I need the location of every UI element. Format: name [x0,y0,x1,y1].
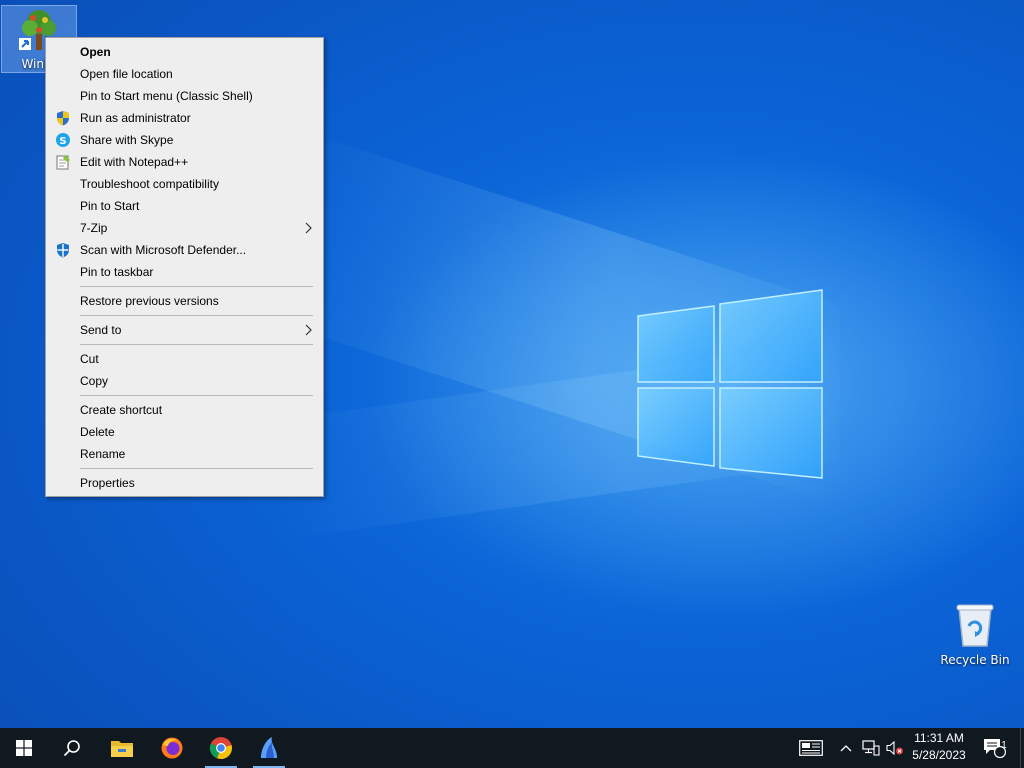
desktop-icon-recycle-bin[interactable]: Recycle Bin [938,600,1012,667]
menu-item-copy[interactable]: Copy [46,370,323,392]
menu-item-share-with-skype[interactable]: S Share with Skype [46,129,323,151]
taskbar-file-explorer[interactable] [98,728,146,768]
network-icon [862,740,880,756]
search-icon [63,740,80,757]
menu-item-label: Run as administrator [80,111,191,125]
menu-item-troubleshoot-compatibility[interactable]: Troubleshoot compatibility [46,173,323,195]
menu-item-label: Edit with Notepad++ [80,155,189,169]
menu-item-cut[interactable]: Cut [46,348,323,370]
menu-item-label: Delete [80,425,115,439]
menu-separator [80,468,313,469]
svg-text:S: S [59,136,66,147]
chevron-right-icon [305,222,312,234]
start-icon [16,740,32,756]
taskbar-chrome[interactable] [197,728,245,768]
taskbar-firefox[interactable] [148,728,196,768]
menu-item-pin-to-start[interactable]: Pin to Start [46,195,323,217]
volume-muted-icon [886,740,903,756]
menu-item-7zip[interactable]: 7-Zip [46,217,323,239]
menu-item-pin-to-start-classic-shell[interactable]: Pin to Start menu (Classic Shell) [46,85,323,107]
menu-item-pin-to-taskbar[interactable]: Pin to taskbar [46,261,323,283]
menu-item-label: Send to [80,323,122,337]
taskbar-windirstat[interactable] [245,728,293,768]
desktop-icon-label: Recycle Bin [940,653,1010,667]
menu-item-label: Create shortcut [80,403,163,417]
menu-item-label: Open [80,45,111,59]
menu-separator [80,286,313,287]
windirstat-icon [261,737,277,758]
menu-item-scan-with-defender[interactable]: Scan with Microsoft Defender... [46,239,323,261]
show-desktop-button[interactable] [1020,728,1024,768]
firefox-icon [161,737,183,759]
menu-item-rename[interactable]: Rename [46,443,323,465]
search-button[interactable] [48,728,96,768]
notification-count-badge: 1 [1001,740,1007,751]
tray-network[interactable] [860,728,882,768]
menu-item-label: 7-Zip [80,221,108,235]
menu-item-label: Scan with Microsoft Defender... [80,243,247,257]
tray-news-and-interests[interactable] [797,728,825,768]
notepad-plus-plus-icon [56,155,70,170]
file-explorer-icon [111,741,133,757]
action-center-button[interactable]: 1 [978,728,1010,768]
chevron-right-icon [305,324,312,336]
menu-item-label: Share with Skype [80,133,174,147]
menu-item-create-shortcut[interactable]: Create shortcut [46,399,323,421]
menu-item-open-file-location[interactable]: Open file location [46,63,323,85]
menu-separator [80,395,313,396]
menu-item-label: Cut [80,352,99,366]
menu-item-label: Properties [80,476,135,490]
menu-item-label: Open file location [80,67,173,81]
menu-separator [80,315,313,316]
defender-icon [57,243,69,258]
menu-item-open[interactable]: Open [46,41,323,63]
menu-item-label: Pin to taskbar [80,265,154,279]
menu-item-label: Pin to Start [80,199,140,213]
menu-item-label: Rename [80,447,126,461]
skype-icon: S [56,133,70,147]
taskbar: 11:31 AM 5/28/2023 1 [0,728,1024,768]
windows-logo-wallpaper [637,289,823,479]
menu-item-restore-previous-versions[interactable]: Restore previous versions [46,290,323,312]
start-button[interactable] [0,728,48,768]
tray-show-hidden-icons[interactable] [836,728,856,768]
chrome-icon [209,737,232,760]
clock-date: 5/28/2023 [912,748,966,762]
menu-item-label: Pin to Start menu (Classic Shell) [80,89,253,103]
clock-time: 11:31 AM [914,731,964,745]
menu-item-properties[interactable]: Properties [46,472,323,494]
taskbar-clock[interactable]: 11:31 AM 5/28/2023 [903,730,975,764]
context-menu: Open Open file location Pin to Start men… [45,37,324,497]
uac-shield-icon [57,111,69,126]
menu-item-run-as-administrator[interactable]: Run as administrator [46,107,323,129]
menu-item-delete[interactable]: Delete [46,421,323,443]
menu-item-send-to[interactable]: Send to [46,319,323,341]
menu-item-label: Restore previous versions [80,294,219,308]
news-and-interests-icon [799,740,823,756]
menu-item-label: Copy [80,374,109,388]
menu-item-label: Troubleshoot compatibility [80,177,219,191]
menu-item-edit-with-notepad-plus-plus[interactable]: Edit with Notepad++ [46,151,323,173]
menu-separator [80,344,313,345]
chevron-up-icon [840,745,852,752]
recycle-bin-icon [956,604,994,647]
